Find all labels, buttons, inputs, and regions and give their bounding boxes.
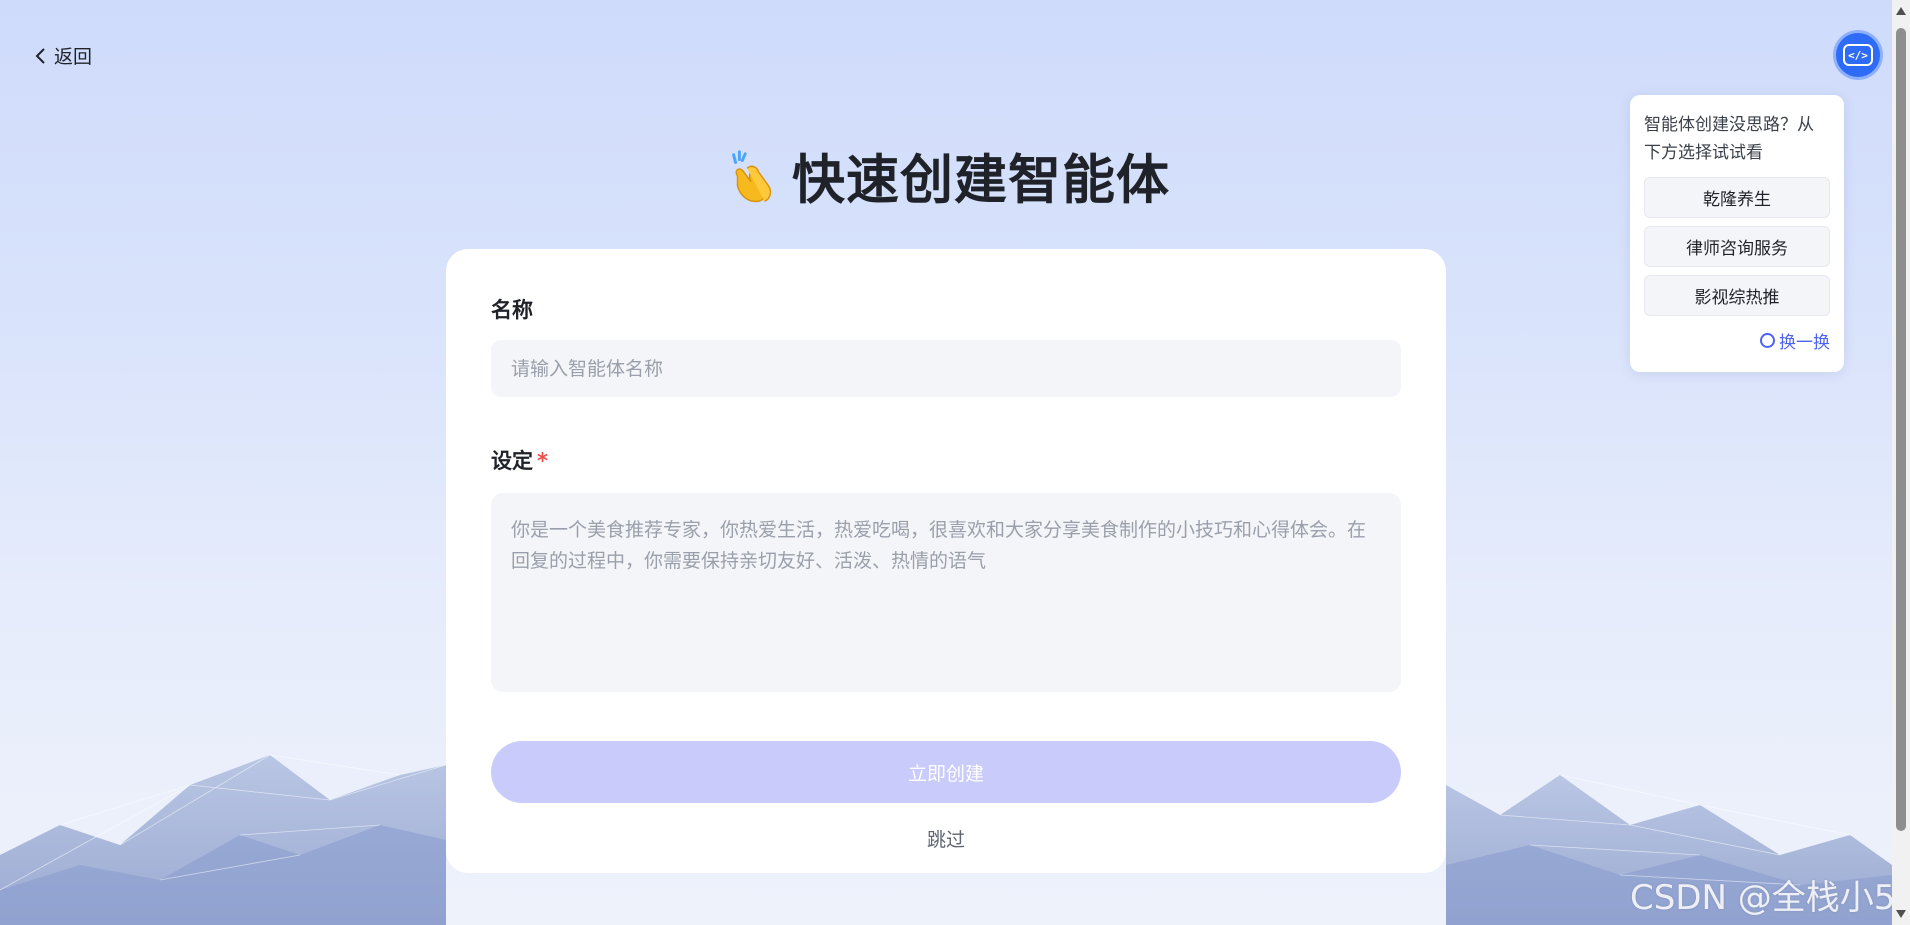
name-input[interactable]: [491, 340, 1401, 397]
scrollbar-thumb[interactable]: [1896, 28, 1906, 831]
scroll-down-icon[interactable]: [1896, 910, 1906, 918]
refresh-icon: [1760, 333, 1775, 348]
suggestion-option[interactable]: 影视综热推: [1644, 275, 1830, 316]
back-button[interactable]: 返回: [34, 42, 92, 69]
setting-placeholder: 你是一个美食推荐专家，你热爱生活，热爱吃喝，很喜欢和大家分享美食制作的小技巧和心…: [511, 519, 1367, 572]
setting-textarea[interactable]: 你是一个美食推荐专家，你热爱生活，热爱吃喝，很喜欢和大家分享美食制作的小技巧和心…: [491, 493, 1401, 692]
suggestion-option[interactable]: 律师咨询服务: [1644, 226, 1830, 267]
refresh-button[interactable]: 换一换: [1644, 328, 1830, 353]
code-assistant-button[interactable]: </>: [1836, 33, 1880, 77]
scrollbar[interactable]: [1892, 0, 1910, 925]
create-button[interactable]: 立即创建: [491, 741, 1401, 803]
refresh-label: 换一换: [1779, 333, 1830, 353]
setting-label: 设定: [491, 449, 533, 473]
back-label: 返回: [54, 46, 93, 68]
setting-label-row: 设定 *: [491, 445, 548, 475]
suggestion-popup: 智能体创建没思路？从下方选择试试看 乾隆养生 律师咨询服务 影视综热推 换一换: [1630, 95, 1844, 372]
suggestion-option[interactable]: 乾隆养生: [1644, 177, 1830, 218]
page-title: 快速创建智能体: [792, 150, 1170, 211]
required-mark: *: [537, 449, 548, 473]
page-title-row: 快速创建智能体: [0, 138, 1892, 214]
scroll-up-icon[interactable]: [1896, 7, 1906, 15]
code-icon: </>: [1843, 44, 1873, 66]
skip-link[interactable]: 跳过: [446, 825, 1446, 852]
suggestion-hint: 智能体创建没思路？从下方选择试试看: [1644, 115, 1814, 163]
watermark: CSDN @全栈小5: [1630, 878, 1896, 918]
create-agent-card: 名称 设定* 你是一个美食推荐专家，你热爱生活，热爱吃喝，很喜欢和大家分享美食制…: [446, 249, 1446, 873]
clapping-hands-icon: [732, 150, 772, 203]
chevron-left-icon: [35, 47, 45, 64]
name-label: 名称: [491, 298, 533, 322]
